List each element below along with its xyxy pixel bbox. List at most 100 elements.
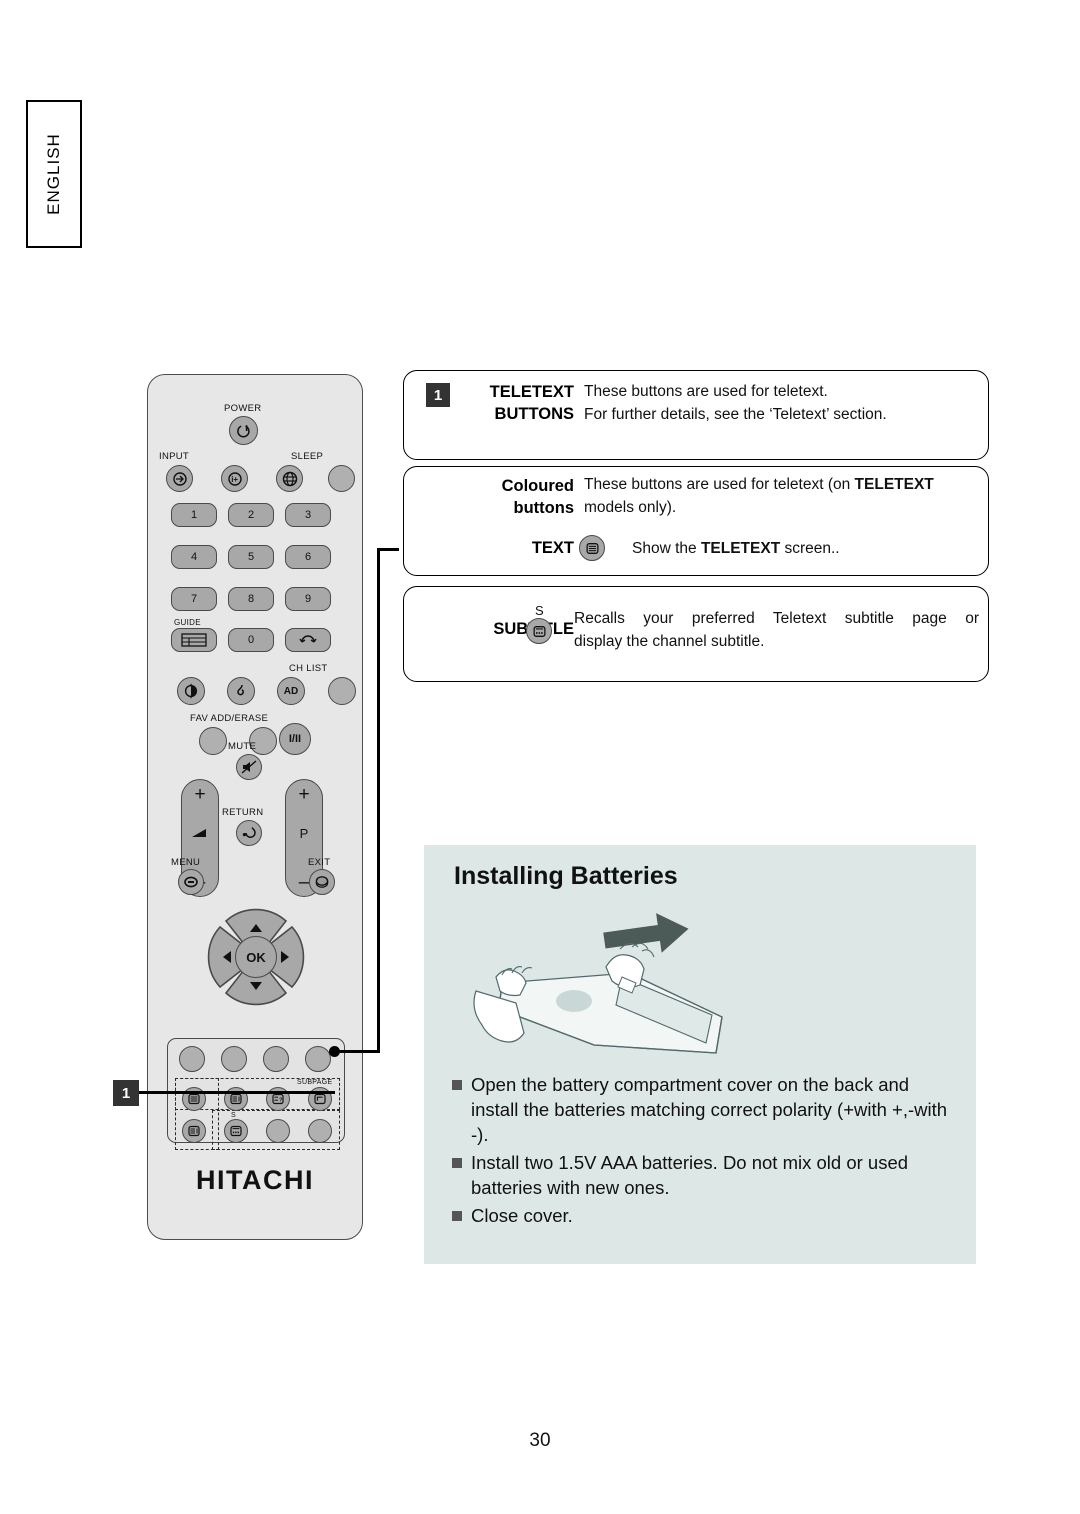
coloured-button-blue[interactable]: [305, 1046, 331, 1072]
infobox-term-teletext: TELETEXT BUTTONS: [464, 381, 574, 425]
power-label: POWER: [224, 403, 262, 414]
key-7[interactable]: 7: [171, 587, 217, 611]
installing-batteries-title: Installing Batteries: [454, 862, 678, 890]
index-button[interactable]: [182, 1119, 206, 1143]
ch-list-button[interactable]: [328, 677, 356, 705]
battery-installation-illustration: [473, 913, 723, 1054]
guide-grid-icon: [172, 629, 216, 651]
subpage-label: SUBPAGE: [297, 1079, 333, 1086]
infobox-desc-teletext: These buttons are used for teletext. For…: [584, 380, 979, 426]
ok-button[interactable]: OK: [235, 936, 277, 978]
key-5[interactable]: 5: [228, 545, 274, 569]
globe-button[interactable]: [276, 465, 303, 492]
coloured-button-red[interactable]: [179, 1046, 205, 1072]
navigation-dpad[interactable]: OK: [202, 903, 310, 1011]
term-line-1: TELETEXT: [489, 383, 574, 401]
callout-line-top-stub: [377, 548, 399, 551]
term-coloured-line-2: buttons: [513, 499, 574, 517]
teletext-size-button[interactable]: [308, 1119, 332, 1143]
return-arrow-icon: [237, 821, 261, 845]
sound-mode-button[interactable]: [227, 677, 255, 705]
freeze-button[interactable]: I/II: [279, 723, 311, 755]
recall-button[interactable]: [285, 628, 331, 652]
key-8[interactable]: 8: [228, 587, 274, 611]
subtitle-button-glyph: [526, 618, 552, 644]
coloured-button-yellow[interactable]: [263, 1046, 289, 1072]
battery-bullet-3: Close cover.: [452, 1203, 852, 1228]
infobox-term-text: TEXT: [464, 537, 574, 559]
key-9-label: 9: [304, 593, 312, 605]
mute-button[interactable]: [236, 754, 262, 780]
info-icon: i+: [222, 466, 247, 491]
desc-subtitle-line-2: display the channel subtitle.: [574, 633, 765, 650]
bullet-square-icon: [452, 1211, 462, 1221]
sound-mode-icon: [228, 678, 254, 704]
desc-line-2: For further details, see the ‘Teletext’ …: [584, 406, 887, 423]
fav-add-erase-label: FAV ADD/ERASE: [190, 713, 269, 724]
term-line-2: BUTTONS: [494, 405, 574, 423]
subtitle-button[interactable]: [224, 1119, 248, 1143]
infobox-subtitle: SUBTITLE S Recalls your preferred Telete…: [403, 586, 989, 682]
coloured-button-green[interactable]: [221, 1046, 247, 1072]
picture-mode-button[interactable]: [177, 677, 205, 705]
teletext-index-icon: [183, 1120, 205, 1142]
term-coloured-line-1: Coloured: [501, 477, 574, 495]
recall-loop-icon: [286, 629, 330, 651]
key-0-label: 0: [247, 634, 255, 646]
key-1[interactable]: 1: [171, 503, 217, 527]
key-2[interactable]: 2: [228, 503, 274, 527]
info-button[interactable]: i+: [221, 465, 248, 492]
subtitle-s-annotation: S: [535, 603, 544, 618]
key-9[interactable]: 9: [285, 587, 331, 611]
key-4[interactable]: 4: [171, 545, 217, 569]
key-0[interactable]: 0: [228, 628, 274, 652]
infobox-badge-1: 1: [426, 383, 450, 407]
infobox-desc-text: Show the TELETEXT screen..: [632, 537, 982, 560]
guide-button[interactable]: [171, 628, 217, 652]
key-2-label: 2: [247, 509, 255, 521]
bullet-square-icon: [452, 1158, 462, 1168]
audio-description-button[interactable]: AD: [277, 677, 305, 705]
teletext-hold-button[interactable]: [266, 1119, 290, 1143]
volume-icon: [182, 826, 218, 843]
language-tab: ENGLISH: [26, 100, 82, 248]
picture-mode-icon: [178, 678, 204, 704]
key-5-label: 5: [247, 551, 255, 563]
infobox-desc-subtitle: Recalls your preferred Teletext subtitle…: [574, 607, 979, 653]
key-6-label: 6: [304, 551, 312, 563]
key-7-label: 7: [190, 593, 198, 605]
subtitle-icon: [225, 1120, 247, 1142]
exit-button[interactable]: [309, 869, 335, 895]
fav-button[interactable]: [199, 727, 227, 755]
input-button[interactable]: [166, 465, 193, 492]
infobox-term-coloured: Coloured buttons: [464, 475, 574, 519]
guide-label: GUIDE: [174, 618, 201, 627]
mute-label: MUTE: [228, 741, 257, 752]
power-button[interactable]: [229, 416, 258, 445]
exit-label: EXIT: [308, 857, 331, 868]
battery-bullet-1: Open the battery compartment cover on th…: [452, 1072, 952, 1147]
sleep-button[interactable]: [328, 465, 355, 492]
key-6[interactable]: 6: [285, 545, 331, 569]
brand-logo: HITACHI: [196, 1165, 314, 1195]
audio-description-label: AD: [283, 685, 299, 697]
key-3-label: 3: [304, 509, 312, 521]
menu-button[interactable]: [178, 869, 204, 895]
ch-list-label: CH LIST: [289, 663, 328, 674]
return-button[interactable]: [236, 820, 262, 846]
battery-bullet-1-text: Open the battery compartment cover on th…: [471, 1074, 948, 1145]
menu-label: MENU: [171, 857, 201, 868]
program-up-icon[interactable]: +: [286, 784, 322, 806]
battery-bullet-3-text: Close cover.: [471, 1205, 573, 1226]
key-4-label: 4: [190, 551, 198, 563]
mute-icon: [237, 755, 261, 779]
volume-up-icon[interactable]: +: [182, 784, 218, 806]
key-3[interactable]: 3: [285, 503, 331, 527]
remote-control-illustration: POWER INPUT SLEEP i+ 1 2 3 4 5 6 7 8 9 G…: [147, 374, 363, 1240]
infobox-desc-coloured: These buttons are used for teletext (on …: [584, 473, 984, 519]
svg-text:i+: i+: [231, 475, 238, 484]
callout-badge-1: 1: [113, 1080, 139, 1106]
text-button-glyph: [579, 535, 605, 561]
callout-line-riser: [377, 548, 380, 1052]
desc-subtitle-line-1: Recalls your preferred Teletext subtitle…: [574, 610, 979, 627]
